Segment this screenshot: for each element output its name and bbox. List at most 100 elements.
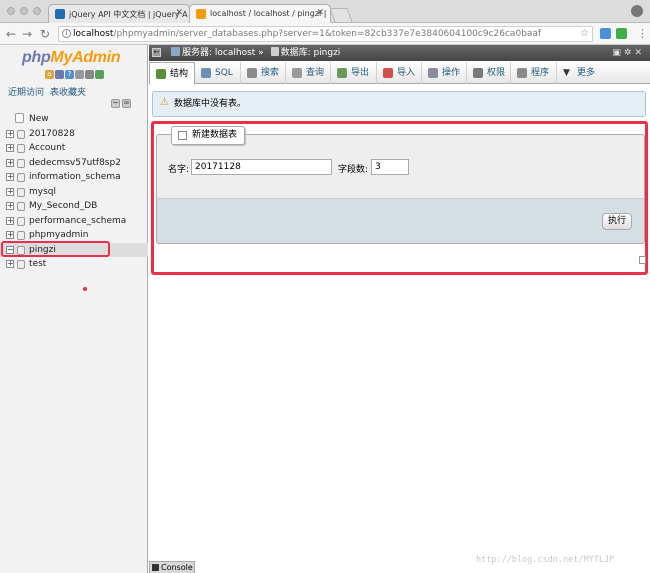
breadcrumb-database[interactable]: 数据库: pingzi	[281, 48, 341, 58]
tab-query[interactable]: 查询	[286, 62, 331, 84]
breadcrumb: ← 服务器: localhost » 数据库: pingzi ▣✲✕	[149, 45, 650, 61]
annotation-dot	[83, 287, 87, 291]
expand-icon[interactable]: +	[6, 202, 14, 210]
tree-item-label: mysql	[29, 186, 56, 197]
new-tab-button[interactable]	[329, 8, 353, 22]
warning-icon: ⚠	[160, 97, 169, 108]
expand-icon[interactable]: +	[6, 231, 14, 239]
privileges-icon	[473, 68, 483, 78]
expand-icon[interactable]: +	[6, 260, 14, 268]
close-icon[interactable]: ✕	[316, 8, 324, 18]
query-icon	[292, 68, 302, 78]
gear-icon[interactable]: ✲	[624, 48, 635, 58]
tab-sql[interactable]: SQL	[195, 62, 241, 84]
form-footer: 执行	[156, 198, 645, 244]
expand-icon[interactable]: +	[6, 129, 14, 138]
tree-item-my-second-db[interactable]: + My_Second_DB	[0, 199, 148, 214]
tab-structure[interactable]: 结构	[149, 62, 195, 85]
breadcrumb-server[interactable]: 服务器: localhost	[182, 48, 255, 58]
expand-icon[interactable]: +	[6, 144, 14, 152]
console-label: Console	[161, 563, 193, 572]
collapse-all-icon[interactable]: −	[111, 99, 120, 108]
logo-php: php	[22, 49, 51, 66]
database-icon	[17, 158, 25, 168]
go-button[interactable]: 执行	[601, 213, 632, 230]
tree-item-account[interactable]: + Account	[0, 141, 148, 156]
tree-item-dedecmsv57utf8sp2[interactable]: + dedecmsv57utf8sp2	[0, 156, 148, 171]
navigation-panel: phpMyAdmin ⌂ ? 近期访问 表收藏夹 − ∞ New +2017082…	[0, 45, 148, 573]
table-name-input[interactable]	[191, 159, 332, 175]
minimize-window-button[interactable]	[20, 7, 28, 15]
expand-icon[interactable]: +	[6, 173, 14, 181]
tab-privileges[interactable]: 权限	[467, 62, 511, 84]
gear-icon[interactable]	[85, 70, 94, 79]
maximize-window-button[interactable]	[33, 7, 41, 15]
browser-tab-phpmyadmin[interactable]: localhost / localhost / pingzi | ✕	[189, 4, 331, 23]
documentation-icon[interactable]	[75, 70, 84, 79]
wrench-icon	[428, 68, 438, 78]
tree-item-mysql[interactable]: + mysql	[0, 185, 148, 200]
url-input[interactable]: i localhost/phpmyadmin/server_databases.…	[58, 26, 593, 42]
logout-icon[interactable]	[55, 70, 64, 79]
forward-icon[interactable]: →	[22, 27, 32, 41]
home-icon[interactable]: ⌂	[45, 70, 54, 79]
help-icon[interactable]: ?	[65, 70, 74, 79]
reload-icon[interactable]	[95, 70, 104, 79]
profile-icon[interactable]	[631, 5, 643, 17]
tree-item-test[interactable]: + test	[0, 257, 148, 272]
reload-icon[interactable]: ↻	[40, 27, 50, 41]
favorite-tables-link[interactable]: 表收藏夹	[50, 88, 86, 98]
tree-item-label: Account	[29, 143, 66, 153]
console-icon	[152, 564, 159, 571]
tab-import[interactable]: 导入	[377, 62, 422, 84]
database-icon	[17, 216, 25, 226]
collapse-nav-icon[interactable]: ←	[152, 48, 161, 57]
tab-search[interactable]: 搜索	[241, 62, 286, 84]
info-icon[interactable]: i	[62, 29, 71, 38]
breadcrumb-separator: »	[258, 48, 264, 58]
phpmyadmin-logo[interactable]: phpMyAdmin	[22, 49, 121, 67]
menu-icon[interactable]: ⋮	[637, 27, 648, 40]
link-icon[interactable]: ∞	[122, 99, 131, 108]
extension-icon[interactable]	[600, 28, 611, 39]
tree-item-performance-schema[interactable]: + performance_schema	[0, 214, 148, 229]
tab-more[interactable]: ▼ 更多	[557, 62, 601, 84]
tree-item-label: dedecmsv57utf8sp2	[29, 157, 121, 168]
expand-icon[interactable]: +	[6, 187, 14, 196]
expand-icon[interactable]: +	[6, 216, 14, 225]
phpmyadmin-favicon-icon	[196, 9, 206, 19]
database-icon	[17, 231, 25, 240]
page-icon[interactable]	[639, 256, 646, 264]
lock-icon[interactable]: ▣	[612, 48, 624, 58]
create-table-form: 新建数据表 名字: 字段数: 执行	[156, 126, 645, 265]
browser-tab-jquery[interactable]: jQuery API 中文文档 | jQuery A ✕	[48, 4, 190, 23]
import-icon	[383, 68, 393, 78]
export-icon	[337, 68, 347, 78]
tab-export[interactable]: 导出	[331, 62, 377, 84]
recent-tables-link[interactable]: 近期访问	[8, 88, 44, 98]
bookmark-star-icon[interactable]: ☆	[580, 28, 589, 39]
close-icon[interactable]: ✕	[175, 8, 183, 18]
close-window-button[interactable]	[7, 7, 15, 15]
logo-admin: Admin	[72, 49, 121, 66]
browser-tab-title: jQuery API 中文文档 | jQuery A	[69, 10, 188, 19]
tree-item-new[interactable]: New	[0, 112, 148, 127]
num-fields-label: 字段数:	[338, 165, 369, 175]
tab-operations[interactable]: 操作	[422, 62, 467, 84]
num-fields-input[interactable]	[371, 159, 409, 175]
close-icon[interactable]: ✕	[634, 48, 645, 58]
tab-label: 查询	[306, 68, 325, 78]
expand-icon[interactable]: +	[6, 158, 14, 167]
create-table-fieldset: 新建数据表 名字: 字段数:	[156, 126, 645, 198]
create-table-highlight: 新建数据表 名字: 字段数: 执行	[151, 121, 648, 275]
tree-item-20170828[interactable]: +20170828	[0, 127, 148, 142]
tab-label: 程序	[531, 68, 550, 78]
new-database-icon	[15, 113, 24, 123]
breadcrumb-tools: ▣✲✕	[612, 45, 645, 61]
console-button[interactable]: Console	[149, 561, 195, 573]
back-icon[interactable]: ←	[6, 27, 16, 41]
extension-icon[interactable]	[616, 28, 627, 39]
tab-routines[interactable]: 程序	[511, 62, 557, 84]
chevron-down-icon: ▼	[563, 68, 570, 78]
tree-item-information-schema[interactable]: + information_schema	[0, 170, 148, 185]
